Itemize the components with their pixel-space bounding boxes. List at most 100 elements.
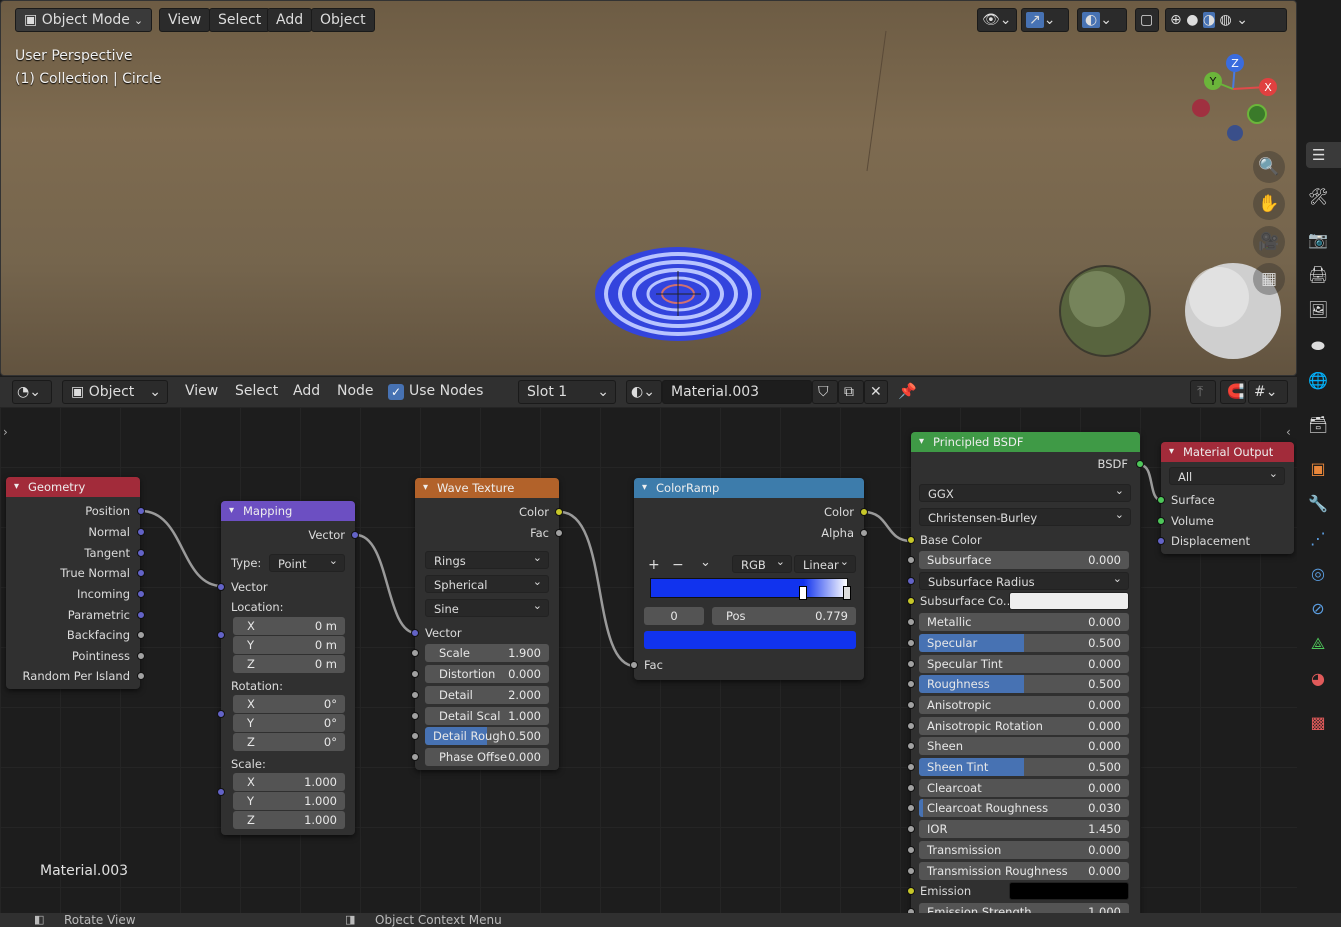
- socket-random-per-island[interactable]: [137, 672, 145, 680]
- stop-color-swatch[interactable]: [644, 631, 856, 649]
- socket-backfacing[interactable]: [137, 631, 145, 639]
- wave-texture-node[interactable]: Wave Texture Color Fac Rings Spherical S…: [411, 478, 563, 770]
- scene-properties-icon[interactable]: ⬬: [1308, 336, 1328, 356]
- socket-output-fac[interactable]: [555, 529, 563, 537]
- wave-phase-offset-field[interactable]: Phase Offse 0.000: [425, 748, 549, 766]
- bsdf-field-transmission-roughness[interactable]: Transmission Roughness 0.000: [919, 861, 1129, 880]
- bsdf-field-transmission[interactable]: Transmission 0.000: [919, 840, 1129, 859]
- wave-texture-node-header[interactable]: Wave Texture: [415, 478, 559, 498]
- socket-detail-roughness[interactable]: [411, 732, 419, 740]
- bsdf-field-sheen[interactable]: Sheen 0.000: [919, 737, 1129, 756]
- socket-subsurface[interactable]: [907, 556, 915, 564]
- remove-stop-icon[interactable]: −: [672, 557, 684, 573]
- socket-sheen-tint[interactable]: [907, 763, 915, 771]
- socket-input-vector[interactable]: [411, 629, 419, 637]
- bsdf-field-specular-tint[interactable]: Specular Tint 0.000: [919, 654, 1129, 673]
- subsurface-method-dropdown[interactable]: Christensen-Burley: [919, 506, 1131, 526]
- color-ramp-gradient[interactable]: [650, 578, 848, 598]
- mapping-node[interactable]: Mapping Vector Type: Point Vector Locati…: [217, 501, 359, 835]
- physics-icon[interactable]: ◎: [1308, 564, 1328, 584]
- socket-output-bsdf[interactable]: [1136, 460, 1144, 468]
- geometry-node[interactable]: Geometry Position Normal Tangent True No…: [6, 477, 145, 689]
- shading-selector[interactable]: ⊕ ● ◑ ◍ ⌄: [1165, 8, 1287, 32]
- location-y-field[interactable]: Y 0 m: [233, 636, 345, 654]
- ramp-menu-chevron-icon[interactable]: ⌄: [700, 555, 711, 570]
- bsdf-field-anisotropic[interactable]: Anisotropic 0.000: [919, 695, 1129, 714]
- socket-transmission[interactable]: [907, 845, 915, 854]
- rotation-x-field[interactable]: X 0°: [233, 695, 345, 713]
- 3d-viewport[interactable]: Z X Y ▣ Object Mode View Select Add Obje…: [0, 0, 1297, 376]
- principled-bsdf-node[interactable]: Principled BSDF BSDF GGX Christensen-Bur…: [907, 432, 1144, 913]
- wave-profile-dropdown[interactable]: Sine: [425, 597, 549, 617]
- socket-subsurface-co[interactable]: [907, 597, 915, 606]
- bsdf-field-anisotropic-rotation[interactable]: Anisotropic Rotation 0.000: [919, 716, 1129, 735]
- wave-distortion-field[interactable]: Distortion 0.000: [425, 665, 549, 683]
- material-properties-icon[interactable]: ◕: [1308, 669, 1328, 689]
- mapping-node-header[interactable]: Mapping: [221, 501, 355, 521]
- solid-shading-icon[interactable]: ●: [1186, 12, 1198, 28]
- material-output-node-header[interactable]: Material Output: [1161, 442, 1294, 462]
- bsdf-field-clearcoat[interactable]: Clearcoat 0.000: [919, 778, 1129, 797]
- socket-phase-offset[interactable]: [411, 753, 419, 761]
- output-properties-icon[interactable]: 🖨: [1308, 265, 1328, 285]
- viewport-menu-select[interactable]: Select: [209, 8, 271, 32]
- visibility-toggle[interactable]: 👁⌄: [977, 8, 1017, 32]
- scale-x-field[interactable]: X 1.000: [233, 773, 345, 791]
- view-layer-icon[interactable]: 🖼: [1308, 300, 1328, 320]
- geometry-node-header[interactable]: Geometry: [6, 477, 140, 497]
- socket-distortion[interactable]: [411, 670, 419, 678]
- wireframe-shading-icon[interactable]: ⊕: [1170, 12, 1182, 28]
- modifier-wrench-icon[interactable]: 🔧: [1308, 494, 1328, 514]
- socket-rotation[interactable]: [217, 710, 225, 718]
- mapping-type-dropdown[interactable]: Point: [269, 552, 345, 572]
- socket-specular[interactable]: [907, 638, 915, 647]
- interpolation-dropdown[interactable]: Linear: [794, 553, 856, 573]
- viewport-menu-object[interactable]: Object: [311, 8, 375, 32]
- overlay-toggle[interactable]: ◐ ⌄: [1077, 8, 1127, 32]
- scale-y-field[interactable]: Y 1.000: [233, 792, 345, 810]
- particles-icon[interactable]: ⋰: [1308, 529, 1328, 549]
- bsdf-field-specular[interactable]: Specular 0.500: [919, 633, 1129, 652]
- wave-detail-scale-field[interactable]: Detail Scal 1.000: [425, 707, 549, 725]
- socket-base-color[interactable]: [907, 536, 915, 544]
- socket-location[interactable]: [217, 631, 225, 639]
- zoom-icon[interactable]: 🔍: [1253, 151, 1285, 183]
- socket-output-color[interactable]: [860, 508, 868, 516]
- object-properties-icon[interactable]: ▣: [1308, 459, 1328, 479]
- socket-position[interactable]: [137, 507, 145, 515]
- bsdf-field-ior[interactable]: IOR 1.450: [919, 820, 1129, 839]
- wave-scale-field[interactable]: Scale 1.900: [425, 644, 549, 662]
- material-shading-icon[interactable]: ◑: [1202, 12, 1216, 28]
- bsdf-field-subsurface[interactable]: Subsurface 0.000: [919, 551, 1129, 569]
- viewport-menu-view[interactable]: View: [159, 8, 211, 32]
- socket-volume[interactable]: [1157, 517, 1165, 525]
- color-swatch[interactable]: [1009, 592, 1129, 611]
- rotation-y-field[interactable]: Y 0°: [233, 714, 345, 732]
- socket-parametric[interactable]: [137, 611, 145, 619]
- toolbar-expand-icon[interactable]: ›: [3, 425, 8, 439]
- colorramp-node[interactable]: ColorRamp Color Alpha + − ⌄ RGB Linear 0…: [630, 478, 868, 680]
- socket-true-normal[interactable]: [137, 569, 145, 577]
- ramp-stop-marker-end[interactable]: [843, 586, 851, 600]
- socket-pointiness[interactable]: [137, 652, 145, 660]
- socket-transmission-roughness[interactable]: [907, 866, 915, 875]
- socket-input-vector[interactable]: [217, 583, 225, 591]
- rotation-z-field[interactable]: Z 0°: [233, 733, 345, 751]
- scale-z-field[interactable]: Z 1.000: [233, 811, 345, 829]
- sidebar-expand-icon[interactable]: ‹: [1286, 425, 1291, 439]
- distribution-dropdown[interactable]: GGX: [919, 482, 1131, 502]
- wave-detail-roughness-field[interactable]: Detail Rough 0.500: [425, 727, 549, 745]
- socket-input-fac[interactable]: [630, 661, 638, 669]
- bsdf-field-metallic[interactable]: Metallic 0.000: [919, 613, 1129, 632]
- tool-settings-icon[interactable]: 🛠: [1308, 187, 1328, 207]
- socket-detail[interactable]: [411, 691, 419, 699]
- output-target-dropdown[interactable]: All: [1169, 465, 1285, 485]
- stop-position-field[interactable]: Pos 0.779: [712, 607, 856, 625]
- socket-output-vector[interactable]: [351, 531, 359, 539]
- socket-roughness[interactable]: [907, 680, 915, 689]
- pan-hand-icon[interactable]: ✋: [1253, 188, 1285, 220]
- bsdf-field-emission-strength[interactable]: Emission Strength 1.000: [919, 902, 1129, 913]
- principled-bsdf-node-header[interactable]: Principled BSDF: [911, 432, 1140, 452]
- socket-emission[interactable]: [907, 887, 915, 896]
- socket-anisotropic-rotation[interactable]: [907, 721, 915, 730]
